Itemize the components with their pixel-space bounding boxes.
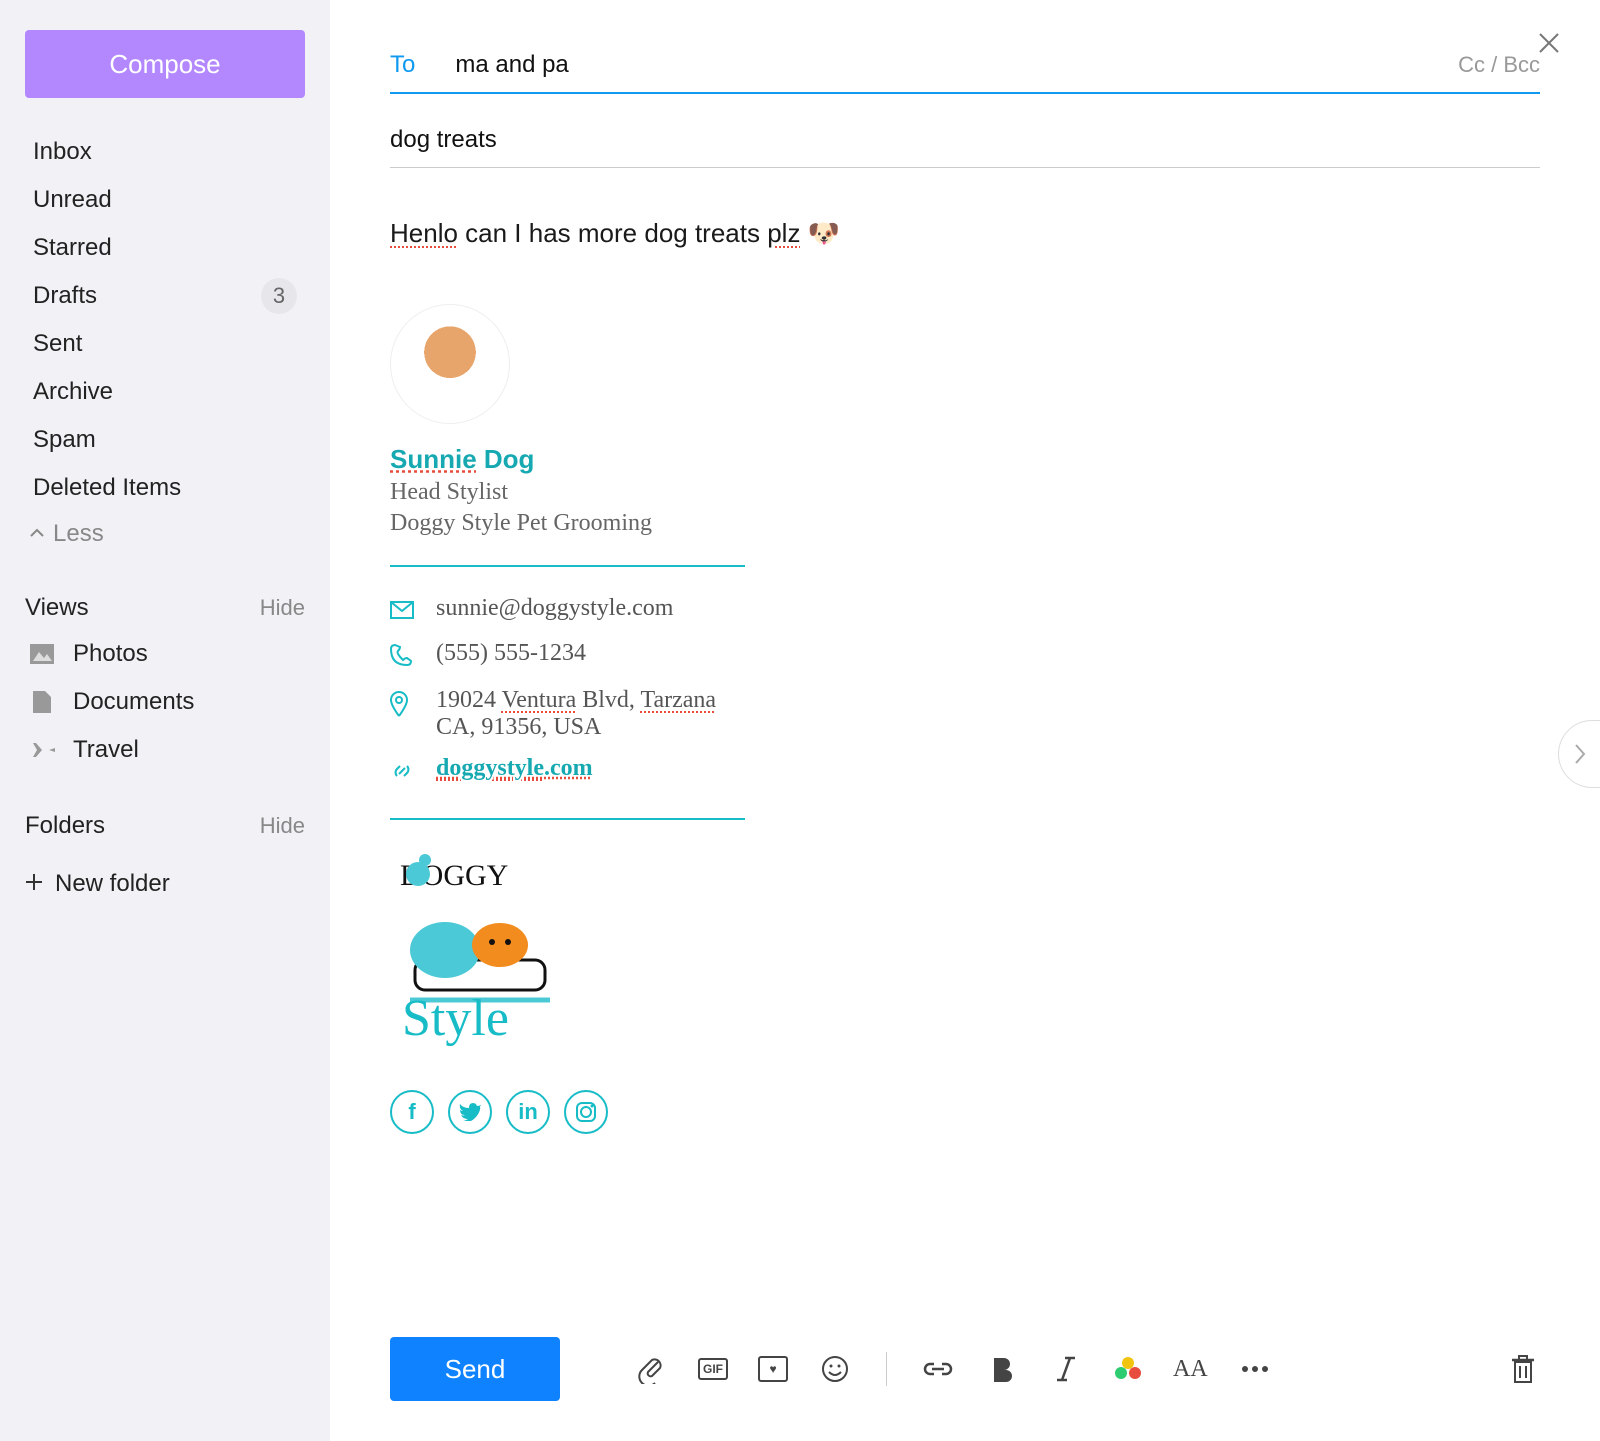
dog-emoji: 🐶 <box>808 218 840 248</box>
linkedin-icon[interactable]: in <box>506 1090 550 1134</box>
compose-panel: To Cc / Bcc Henlo can I has more dog tre… <box>330 0 1600 1441</box>
link-icon <box>390 759 414 790</box>
view-photos[interactable]: Photos <box>25 630 305 678</box>
folders-title: Folders <box>25 812 105 840</box>
signature-name: Sunnie Dog <box>390 444 1540 475</box>
attach-icon[interactable] <box>634 1352 668 1386</box>
body-word: can I has more dog treats <box>458 218 767 248</box>
instagram-icon[interactable] <box>564 1090 608 1134</box>
twitter-icon[interactable] <box>448 1090 492 1134</box>
less-label: Less <box>53 520 104 548</box>
email-body[interactable]: Henlo can I has more dog treats plz 🐶 <box>390 218 1540 249</box>
chevron-up-icon <box>29 520 45 548</box>
view-label: Photos <box>73 640 148 668</box>
font-size-icon[interactable]: AA <box>1173 1352 1208 1386</box>
nav-label: Archive <box>33 378 113 406</box>
facebook-icon[interactable]: f <box>390 1090 434 1134</box>
view-documents[interactable]: Documents <box>25 678 305 726</box>
nav-label: Drafts <box>33 282 97 310</box>
social-row: f in <box>390 1090 1540 1134</box>
more-icon[interactable] <box>1238 1352 1272 1386</box>
divider <box>390 565 745 567</box>
view-label: Documents <box>73 688 194 716</box>
nav-label: Sent <box>33 330 82 358</box>
view-label: Travel <box>73 736 139 764</box>
folders-header: Folders Hide <box>25 804 305 848</box>
nav-archive[interactable]: Archive <box>25 368 305 416</box>
link-button-icon[interactable] <box>921 1352 955 1386</box>
nav-sent[interactable]: Sent <box>25 320 305 368</box>
signature-title: Head Stylist <box>390 479 1540 506</box>
plus-icon <box>25 870 43 898</box>
sig-last: Dog <box>477 444 535 474</box>
nav-label: Unread <box>33 186 112 214</box>
emoji-icon[interactable] <box>818 1352 852 1386</box>
company-logo: DOGGY Style <box>390 850 1540 1055</box>
subject-row <box>390 112 1540 168</box>
views-hide[interactable]: Hide <box>260 595 305 621</box>
nav-label: Inbox <box>33 138 92 166</box>
nav-label: Deleted Items <box>33 474 181 502</box>
to-input[interactable] <box>455 51 1458 79</box>
sig-first: Sunnie <box>390 444 477 474</box>
compose-toolbar: Send GIF AA <box>390 1337 1540 1401</box>
contact-email-value: sunnie@doggystyle.com <box>436 595 673 622</box>
stationery-icon[interactable] <box>758 1356 788 1382</box>
gif-icon[interactable]: GIF <box>698 1358 728 1380</box>
contact-address: 19024 Ventura Blvd, Tarzana CA, 91356, U… <box>390 687 1540 741</box>
toolbar-separator <box>886 1352 887 1386</box>
to-row: To Cc / Bcc <box>390 38 1540 94</box>
contact-phone: (555) 555-1234 <box>390 640 1540 673</box>
plane-icon <box>29 741 55 759</box>
avatar <box>390 304 510 424</box>
contact-phone-value: (555) 555-1234 <box>436 640 586 667</box>
document-icon <box>29 691 55 713</box>
views-title: Views <box>25 594 89 622</box>
nav-inbox[interactable]: Inbox <box>25 128 305 176</box>
views-header: Views Hide <box>25 586 305 630</box>
send-button[interactable]: Send <box>390 1337 560 1401</box>
pin-icon <box>390 691 414 724</box>
signature-company: Doggy Style Pet Grooming <box>390 510 1540 537</box>
nav-spam[interactable]: Spam <box>25 416 305 464</box>
photos-icon <box>29 644 55 664</box>
body-word: Henlo <box>390 218 458 248</box>
logo-bottom-text: Style <box>402 990 509 1047</box>
signature-block: Sunnie Dog Head Stylist Doggy Style Pet … <box>390 304 1540 1134</box>
divider <box>390 818 745 820</box>
contact-address-value: 19024 Ventura Blvd, Tarzana CA, 91356, U… <box>436 687 716 741</box>
text-color-icon[interactable] <box>1113 1352 1143 1386</box>
sidebar: Compose Inbox Unread Starred Drafts 3 Se… <box>0 0 330 1441</box>
close-icon[interactable] <box>1536 30 1562 61</box>
drafts-count: 3 <box>261 278 297 314</box>
less-toggle[interactable]: Less <box>25 512 305 556</box>
compose-button[interactable]: Compose <box>25 30 305 98</box>
italic-icon[interactable] <box>1049 1352 1083 1386</box>
nav-starred[interactable]: Starred <box>25 224 305 272</box>
view-travel[interactable]: Travel <box>25 726 305 774</box>
contact-email: sunnie@doggystyle.com <box>390 595 1540 626</box>
bold-icon[interactable] <box>985 1352 1019 1386</box>
contact-website: doggystyle.com <box>390 755 1540 790</box>
cc-bcc-toggle[interactable]: Cc / Bcc <box>1458 52 1540 78</box>
contact-website-value[interactable]: doggystyle.com <box>436 755 593 782</box>
to-label: To <box>390 51 415 79</box>
nav-label: Starred <box>33 234 112 262</box>
body-word: plz <box>767 218 800 248</box>
nav-unread[interactable]: Unread <box>25 176 305 224</box>
nav-label: Spam <box>33 426 96 454</box>
subject-input[interactable] <box>390 126 1540 154</box>
nav-drafts[interactable]: Drafts 3 <box>25 272 305 320</box>
trash-icon[interactable] <box>1506 1352 1540 1386</box>
phone-icon <box>390 644 414 673</box>
new-folder-button[interactable]: New folder <box>25 860 305 908</box>
new-folder-label: New folder <box>55 870 170 898</box>
nav-deleted[interactable]: Deleted Items <box>25 464 305 512</box>
folders-hide[interactable]: Hide <box>260 813 305 839</box>
mail-icon <box>390 599 414 626</box>
